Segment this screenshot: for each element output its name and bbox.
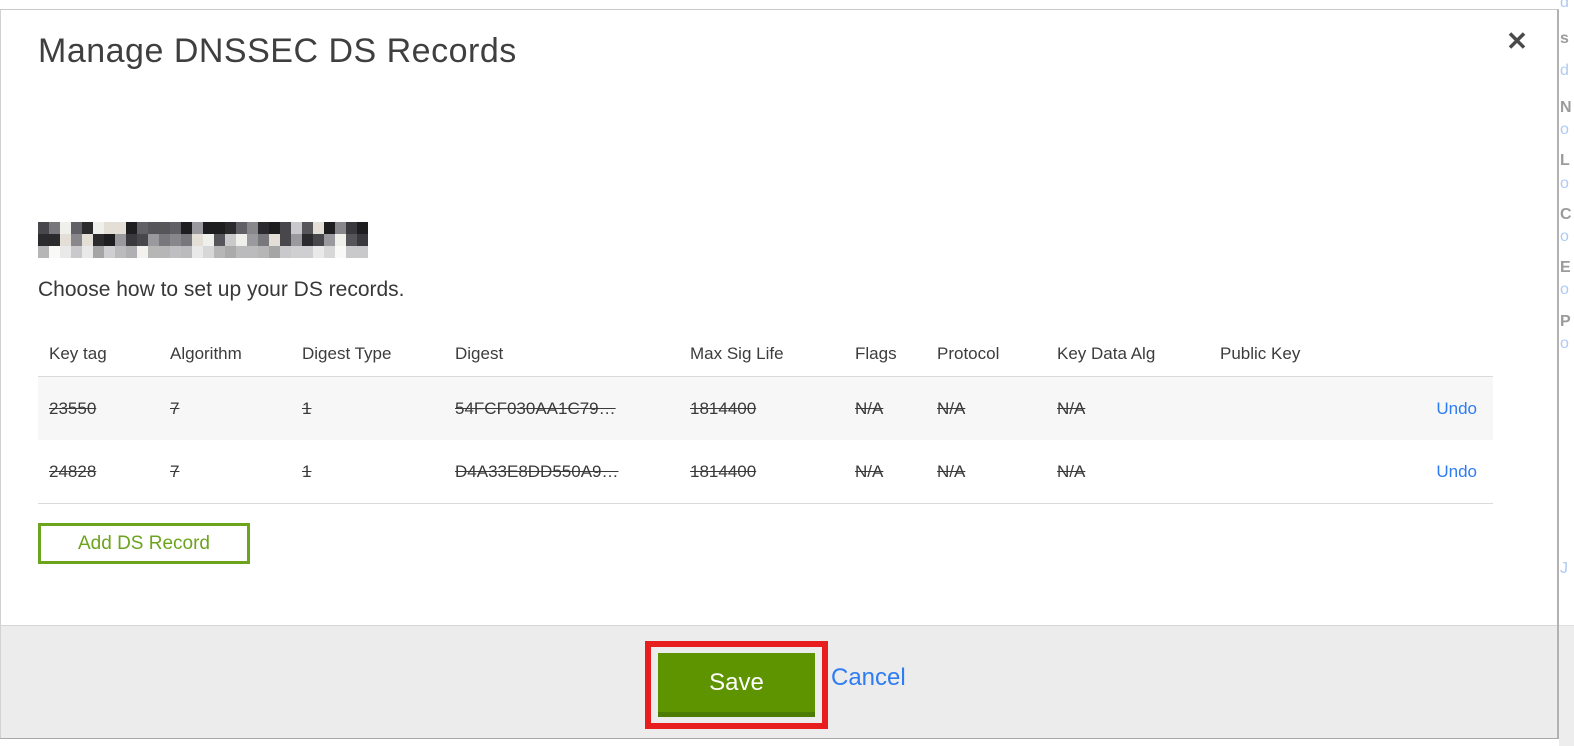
cell-max-sig-life: 1814400 (690, 461, 757, 481)
cell-digest: 54FCF030AA1C79… (455, 398, 616, 418)
truncated-background-text: N (1560, 99, 1572, 116)
header-protocol: Protocol (937, 344, 1000, 363)
table-body: 23550 7 1 54FCF030AA1C79… 1814400 N/A N/… (38, 376, 1493, 504)
modal-footer: Save Cancel (1, 625, 1557, 738)
cell-key-tag: 24828 (49, 461, 97, 481)
undo-link[interactable]: Undo (1436, 399, 1477, 418)
cell-digest-type: 1 (302, 461, 312, 481)
truncated-background-text: o (1560, 175, 1569, 192)
truncated-background-text: o (1560, 281, 1569, 298)
truncated-background-text: d (1560, 62, 1569, 79)
cell-algorithm: 7 (170, 461, 180, 481)
annotation-highlight-box: Save (645, 641, 828, 729)
truncated-background-text: L (1560, 152, 1570, 169)
cell-key-data-alg: N/A (1057, 461, 1086, 481)
cell-flags: N/A (855, 461, 884, 481)
save-button[interactable]: Save (658, 653, 815, 717)
ds-records-table: Key tag Algorithm Digest Type Digest Max… (38, 332, 1493, 504)
cancel-link[interactable]: Cancel (831, 664, 906, 692)
table-row: 24828 7 1 D4A33E8DD550A9… 1814400 N/A N/… (38, 440, 1493, 503)
header-digest-type: Digest Type (302, 344, 392, 363)
header-public-key: Public Key (1220, 344, 1301, 363)
header-flags: Flags (855, 344, 897, 363)
truncated-background-text: o (1560, 121, 1569, 138)
background-page-edge: dsdNoLoCoEoPoJ (1559, 0, 1574, 746)
modal-title: Manage DNSSEC DS Records (38, 32, 517, 70)
cell-digest-type: 1 (302, 398, 312, 418)
truncated-background-text: P (1560, 313, 1571, 330)
table-row: 23550 7 1 54FCF030AA1C79… 1814400 N/A N/… (38, 377, 1493, 440)
background-footer-edge (1559, 625, 1574, 746)
header-algorithm: Algorithm (170, 344, 242, 363)
truncated-background-text: C (1560, 206, 1572, 223)
cell-key-data-alg: N/A (1057, 398, 1086, 418)
cell-max-sig-life: 1814400 (690, 398, 757, 418)
header-max-sig-life: Max Sig Life (690, 344, 784, 363)
cell-key-tag: 23550 (49, 398, 97, 418)
cell-protocol: N/A (937, 461, 966, 481)
manage-dnssec-ds-records-modal: Manage DNSSEC DS Records ✕ Choose how to… (0, 9, 1559, 739)
undo-link[interactable]: Undo (1436, 462, 1477, 481)
intro-text: Choose how to set up your DS records. (38, 278, 405, 301)
cell-algorithm: 7 (170, 398, 180, 418)
truncated-background-text: s (1560, 30, 1569, 47)
close-icon[interactable]: ✕ (1500, 24, 1534, 58)
redacted-domain-name (38, 222, 368, 258)
cell-digest: D4A33E8DD550A9… (455, 461, 619, 481)
header-digest: Digest (455, 344, 504, 363)
cell-flags: N/A (855, 398, 884, 418)
truncated-background-text: o (1560, 335, 1569, 352)
truncated-background-text: J (1560, 560, 1568, 577)
table-header-row: Key tag Algorithm Digest Type Digest Max… (38, 332, 1493, 376)
add-ds-record-button[interactable]: Add DS Record (38, 523, 250, 564)
truncated-background-text: E (1560, 259, 1571, 276)
truncated-background-text: o (1560, 228, 1569, 245)
truncated-background-text: d (1560, 0, 1569, 11)
header-key-data-alg: Key Data Alg (1057, 344, 1156, 363)
cell-protocol: N/A (937, 398, 966, 418)
header-key-tag: Key tag (49, 344, 107, 363)
